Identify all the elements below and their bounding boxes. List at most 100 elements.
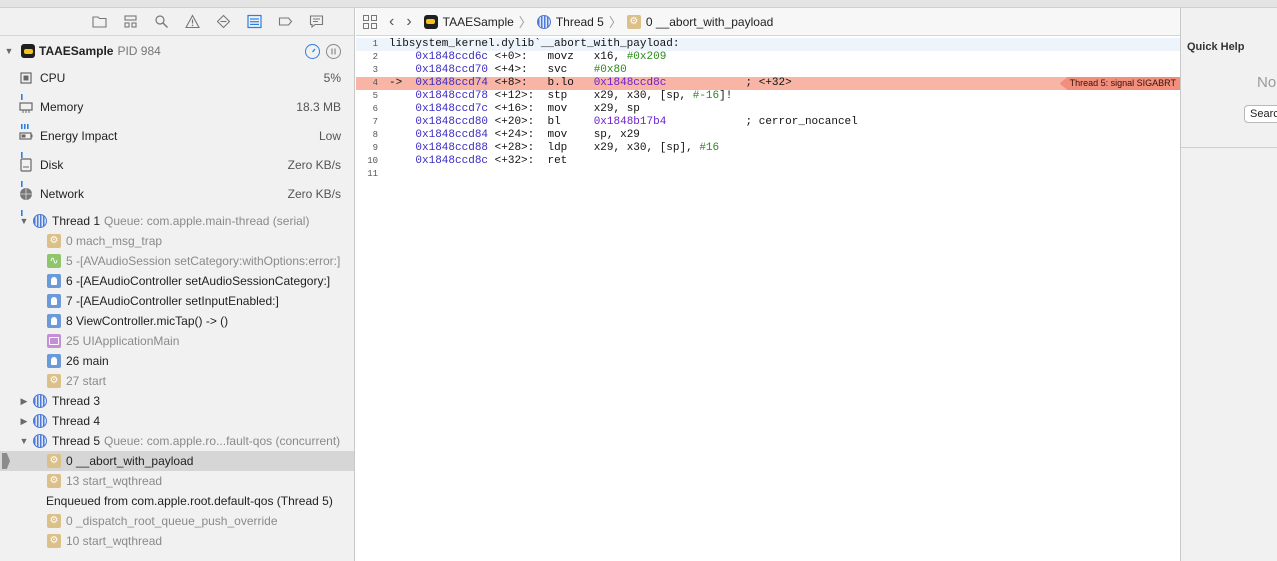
gauge-toggle-icon[interactable] — [305, 44, 320, 59]
code-line[interactable]: 10 0x1848ccd8c <+32>: ret — [356, 155, 1180, 168]
code-text: 0x1848ccd8c <+32>: ret — [389, 155, 594, 168]
debug-navigator-list-icon[interactable] — [244, 13, 265, 31]
disclosure-triangle-collapsed-icon[interactable]: ▶ — [18, 415, 30, 427]
report-navigator-speech-bubble-icon[interactable] — [306, 13, 327, 31]
code-line[interactable]: 5 0x1848ccd78 <+12>: stp x29, x30, [sp, … — [356, 90, 1180, 103]
frame-label: 13 start_wqthread — [66, 474, 163, 488]
code-text: 0x1848ccd88 <+28>: ldp x29, x30, [sp], #… — [389, 142, 719, 155]
disclosure-triangle-collapsed-icon[interactable]: ▶ — [18, 395, 30, 407]
forward-chevron-icon[interactable]: › — [406, 13, 411, 31]
back-chevron-icon[interactable]: ‹ — [389, 13, 394, 31]
frame-label: 25 UIApplicationMain — [66, 334, 180, 348]
memory-label: Memory — [40, 100, 84, 114]
instruction-operand: #16 — [699, 142, 720, 154]
instruction-opcode: movz — [547, 51, 588, 63]
stack-frame-row[interactable]: 0 _dispatch_root_queue_push_override — [0, 511, 354, 531]
stack-frame-row[interactable]: 0 __abort_with_payload — [0, 451, 354, 471]
stack-frame-row[interactable]: 8 ViewController.micTap() -> () — [0, 311, 354, 331]
issue-navigator-warning-icon[interactable] — [182, 13, 203, 31]
signal-sigabrt-badge[interactable]: Thread 5: signal SIGABRT — [1059, 77, 1180, 90]
stack-frame-row[interactable]: 6 -[AEAudioController setAudioSessionCat… — [0, 271, 354, 291]
instruction-opcode: svc — [547, 64, 588, 76]
thread-row[interactable]: ▶ Thread 4 — [0, 411, 354, 431]
thread-icon — [33, 394, 47, 408]
frame-label: 0 _dispatch_root_queue_push_override — [66, 514, 278, 528]
quick-help-no-selection-text: No — [1257, 74, 1277, 91]
frame-label: 6 -[AEAudioController setAudioSessionCat… — [66, 274, 331, 288]
line-number: 9 — [372, 143, 378, 153]
code-area[interactable]: 1 libsystem_kernel.dylib`__abort_with_pay… — [356, 37, 1180, 561]
instruction-address: 0x1848ccd84 — [415, 129, 489, 141]
thread-row[interactable]: ▼ Thread 5 Queue: com.apple.ro...fault-qos… — [0, 431, 354, 451]
thread-icon — [33, 414, 47, 428]
code-text: 0x1848ccd7c <+16>: mov x29, sp — [389, 103, 640, 116]
frame-user-icon — [47, 274, 61, 288]
disclosure-triangle-expanded-icon[interactable]: ▼ — [18, 215, 30, 227]
project-navigator-folder-icon[interactable] — [89, 13, 110, 31]
enqueued-row[interactable]: Enqueued from com.apple.root.default-qos… — [0, 491, 354, 511]
disclosure-triangle-expanded-icon[interactable]: ▼ — [18, 435, 30, 447]
breadcrumb-separator-icon: 〉 — [518, 15, 532, 30]
thread-queue: Queue: com.apple.ro...fault-qos (concurr… — [104, 434, 341, 448]
stack-frame-row[interactable]: 5 -[AVAudioSession setCategory:withOptio… — [0, 251, 354, 271]
jump-bar: ‹ › TAAESample 〉 Thread 5 〉 0 __abort_wi… — [356, 8, 1180, 36]
breadcrumb-thread[interactable]: Thread 5 — [556, 15, 604, 29]
code-line[interactable]: 3 0x1848ccd70 <+4>: svc #0x80 — [356, 64, 1180, 77]
disk-gauge-icon — [19, 158, 33, 172]
symbol-navigator-hierarchy-icon[interactable] — [120, 13, 141, 31]
stack-frame-row[interactable]: 13 start_wqthread — [0, 471, 354, 491]
navigator-toolbar — [0, 8, 354, 36]
stack-frame-row[interactable]: 10 start_wqthread — [0, 531, 354, 551]
instruction-comment: ; <+32> — [745, 77, 792, 89]
code-line[interactable]: 2 0x1848ccd6c <+0>: movz x16, #0x209 — [356, 51, 1180, 64]
find-navigator-search-icon[interactable] — [151, 13, 172, 31]
disclosure-triangle-expanded-icon[interactable]: ▼ — [3, 45, 15, 57]
frame-label: 8 ViewController.micTap() -> () — [66, 314, 229, 328]
code-line[interactable]: 9 0x1848ccd88 <+28>: ldp x29, x30, [sp],… — [356, 142, 1180, 155]
breadcrumb-app[interactable]: TAAESample — [443, 15, 514, 29]
instruction-address: 0x1848ccd70 — [415, 64, 489, 76]
frame-label: 10 start_wqthread — [66, 534, 163, 548]
test-navigator-diamond-icon[interactable] — [213, 13, 234, 31]
instruction-address: 0x1848ccd74 — [415, 77, 489, 89]
frame-user-icon — [47, 294, 61, 308]
program-counter-arrow: -> — [389, 77, 403, 89]
instruction-offset: <+24>: — [494, 129, 541, 141]
breakpoint-navigator-tag-icon[interactable] — [275, 13, 296, 31]
related-items-grid-icon[interactable] — [363, 14, 377, 29]
code-line[interactable]: 8 0x1848ccd84 <+24>: mov sp, x29 — [356, 129, 1180, 142]
gauge-row-network[interactable]: Network Zero KB/s — [0, 181, 354, 216]
instruction-operand: x29, x30, [sp], — [593, 142, 700, 154]
frame-gear-icon — [47, 534, 61, 548]
code-line[interactable]: 1 libsystem_kernel.dylib`__abort_with_pay… — [356, 38, 1180, 51]
code-line[interactable]: 6 0x1848ccd7c <+16>: mov x29, sp — [356, 103, 1180, 116]
utility-inspector: Quick Help No Search — [1180, 8, 1277, 561]
breadcrumb-frame[interactable]: 0 __abort_with_payload — [646, 15, 773, 29]
code-line[interactable]: 11 — [356, 168, 1180, 181]
instruction-address: 0x1848ccd78 — [415, 90, 489, 102]
thread-label: Thread 3 — [52, 394, 101, 408]
gauge-row-memory[interactable]: Memory 18.3 MB — [0, 94, 354, 129]
cpu-gauge-icon — [19, 71, 33, 85]
frame-label: 27 start — [66, 374, 107, 388]
gauge-row-energy[interactable]: Energy Impact Low — [0, 123, 354, 158]
stack-frame-row[interactable]: 7 -[AEAudioController setInputEnabled:] — [0, 291, 354, 311]
thread-row[interactable]: ▶ Thread 3 — [0, 391, 354, 411]
thread-row[interactable]: ▼ Thread 1 Queue: com.apple.main-thread (s… — [0, 211, 354, 231]
stack-frame-row[interactable]: 25 UIApplicationMain — [0, 331, 354, 351]
window-title-strip — [0, 0, 1277, 8]
process-row[interactable]: ▼ TAAESample PID 984 — [0, 41, 354, 61]
stack-frame-row[interactable]: 0 mach_msg_trap — [0, 231, 354, 251]
thread-queue: Queue: com.apple.main-thread (serial) — [104, 214, 310, 228]
enqueued-label: Enqueued from com.apple.root.default-qos… — [46, 494, 333, 508]
gauge-row-cpu[interactable]: CPU 5% — [0, 65, 354, 100]
frame-gear-icon — [47, 454, 61, 468]
code-line[interactable]: 7 0x1848ccd80 <+20>: bl 0x1848b17b4 ; ce… — [356, 116, 1180, 129]
current-instruction-line[interactable]: 4 -> 0x1848ccd74 <+8>: b.lo 0x1848ccd8c ;… — [356, 77, 1180, 90]
thread-view-toggle-icon[interactable] — [326, 44, 341, 59]
gauge-row-disk[interactable]: Disk Zero KB/s — [0, 152, 354, 187]
stack-frame-row[interactable]: 26 main — [0, 351, 354, 371]
stack-frame-row[interactable]: 27 start — [0, 371, 354, 391]
quick-help-search-button[interactable]: Search — [1244, 105, 1277, 123]
breadcrumb-separator-icon: 〉 — [608, 15, 622, 30]
